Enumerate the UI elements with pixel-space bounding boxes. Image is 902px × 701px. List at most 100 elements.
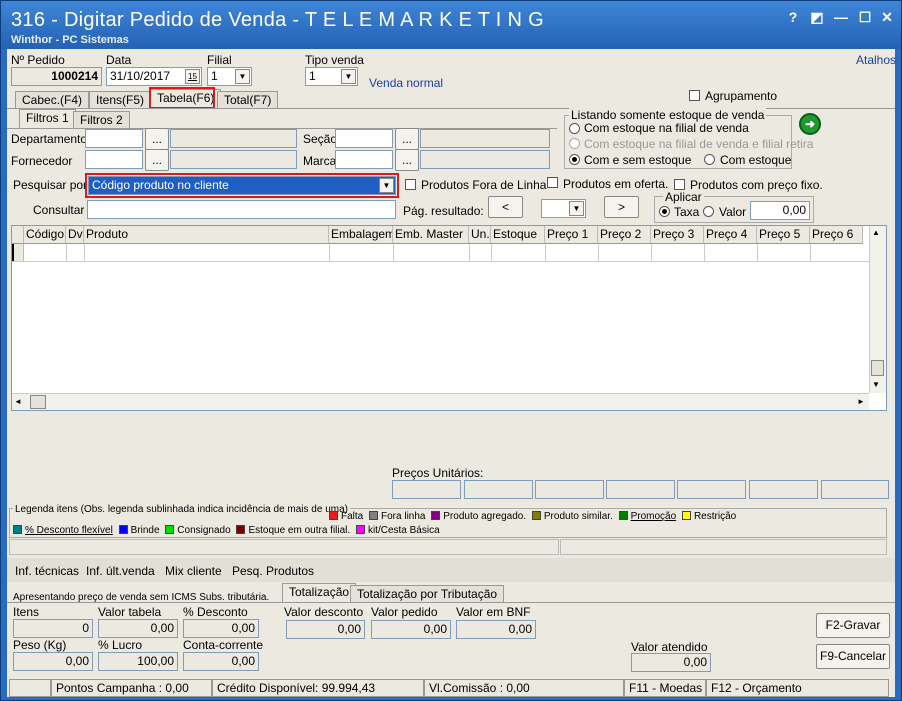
preco-unit-box — [821, 480, 889, 499]
products-grid[interactable]: Código Dv Produto Embalagem Emb. Master … — [11, 225, 887, 411]
scroll-left-icon[interactable]: ◄ — [14, 397, 22, 406]
secao-input[interactable] — [335, 129, 393, 148]
legend-item: Estoque em outra filial. — [236, 525, 350, 536]
legend-title: Legenda itens (Obs. legenda sublinhada i… — [13, 504, 350, 515]
estoque-opt-2-radio[interactable] — [569, 138, 580, 149]
valor-label: Valor — [719, 205, 747, 219]
legend-item: kit/Cesta Básica — [355, 525, 440, 536]
scroll-up-icon[interactable]: ▲ — [872, 228, 880, 237]
vertical-scrollbar[interactable]: ▲ ▼ — [869, 226, 886, 393]
tab-totalizacao-tributacao[interactable]: Totalização por Tributação — [350, 585, 505, 603]
secao-search-button[interactable]: ... — [395, 128, 419, 150]
marca-search-button[interactable]: ... — [395, 149, 419, 171]
subtab-filtros-2[interactable]: Filtros 2 — [73, 111, 130, 129]
tab-totalizacao[interactable]: Totalização — [282, 583, 357, 603]
legend-item: Produto similar. — [531, 511, 613, 522]
col-emb-master[interactable]: Emb. Master — [393, 226, 469, 244]
swatch-kit — [355, 525, 365, 534]
filial-value: 1 — [211, 69, 218, 83]
departamento-input[interactable] — [85, 129, 143, 148]
prev-page-button[interactable]: < — [488, 196, 523, 218]
status-orcamento[interactable]: F12 - Orçamento — [706, 679, 889, 697]
tab-cabec[interactable]: Cabec.(F4) — [15, 91, 90, 109]
chevron-down-icon[interactable]: ▼ — [569, 201, 584, 216]
help-button[interactable]: ? — [783, 9, 803, 25]
table-row[interactable] — [12, 244, 869, 262]
col-preco-4[interactable]: Preço 4 — [704, 226, 757, 244]
page-select[interactable]: ▼ — [541, 199, 586, 218]
oferta-label: Produtos em oferta. — [563, 177, 669, 191]
chevron-down-icon[interactable]: ▼ — [341, 69, 356, 84]
col-embalagem[interactable]: Embalagem — [329, 226, 393, 244]
col-preco-2[interactable]: Preço 2 — [598, 226, 651, 244]
estoque-opt-4-radio[interactable] — [704, 154, 715, 165]
calendar-icon[interactable]: 15 — [185, 69, 200, 84]
cancelar-button[interactable]: F9-Cancelar — [816, 644, 890, 669]
link-inf-ult-venda[interactable]: Inf. últ.venda — [86, 564, 155, 578]
filial-select[interactable]: 1 ▼ — [207, 67, 252, 86]
secao-label: Seção — [303, 132, 338, 146]
link-mix-cliente[interactable]: Mix cliente — [165, 564, 222, 578]
col-un[interactable]: Un. — [469, 226, 491, 244]
marca-desc — [420, 150, 550, 169]
itens-value: 0 — [13, 619, 93, 638]
fornecedor-input[interactable] — [85, 150, 143, 169]
estoque-opt-2: Com estoque na filial de venda e filial … — [584, 137, 814, 151]
tab-itens[interactable]: Itens(F5) — [89, 91, 152, 109]
swatch-desconto — [13, 525, 22, 534]
chevron-down-icon[interactable]: ▼ — [235, 69, 250, 84]
subtab-filtros-1[interactable]: Filtros 1 — [19, 109, 76, 129]
link-pesq-produtos[interactable]: Pesq. Produtos — [232, 564, 314, 578]
marca-input[interactable] — [335, 150, 393, 169]
link-inf-tecnicas[interactable]: Inf. técnicas — [15, 564, 79, 578]
scroll-thumb[interactable] — [871, 360, 884, 376]
swatch-restricao — [681, 511, 691, 520]
date-field[interactable]: 31/10/2017 15 — [106, 67, 202, 86]
atalhos-link[interactable]: Atalhos — [856, 53, 896, 67]
tipo-venda-select[interactable]: 1 ▼ — [305, 67, 358, 86]
title-bar[interactable]: 316 - Digitar Pedido de Venda - T E L E … — [1, 1, 901, 49]
hscroll-thumb[interactable] — [30, 395, 46, 409]
estoque-opt-1-radio[interactable] — [569, 123, 580, 134]
col-produto[interactable]: Produto — [84, 226, 329, 244]
oferta-checkbox[interactable] — [547, 177, 558, 188]
grid-corner — [12, 226, 24, 244]
preco-unit-box — [606, 480, 675, 499]
precos-unitarios-label: Preços Unitários: — [392, 466, 484, 480]
taxa-radio[interactable] — [659, 206, 670, 217]
valor-radio[interactable] — [703, 206, 714, 217]
col-preco-6[interactable]: Preço 6 — [810, 226, 863, 244]
legend-item: Consignado — [165, 525, 231, 536]
preco-fixo-checkbox[interactable] — [674, 179, 685, 190]
col-preco-3[interactable]: Preço 3 — [651, 226, 704, 244]
estoque-opt-3: Com e sem estoque — [584, 153, 692, 167]
tab-total[interactable]: Total(F7) — [217, 91, 279, 109]
scroll-down-icon[interactable]: ▼ — [872, 380, 880, 389]
scroll-right-icon[interactable]: ► — [857, 397, 865, 406]
departamento-search-button[interactable]: ... — [145, 128, 169, 150]
col-preco-1[interactable]: Preço 1 — [545, 226, 598, 244]
close-button[interactable]: ✕ — [877, 9, 897, 26]
consultar-input[interactable] — [87, 200, 396, 219]
col-dv[interactable]: Dv — [66, 226, 84, 244]
fornecedor-search-button[interactable]: ... — [145, 149, 169, 171]
valor-tabela-value: 0,00 — [98, 619, 178, 638]
fora-linha-checkbox[interactable] — [405, 179, 416, 190]
maximize-button[interactable]: ☐ — [855, 9, 875, 26]
horizontal-scrollbar[interactable]: ◄ ► — [12, 393, 869, 410]
col-preco-5[interactable]: Preço 5 — [757, 226, 810, 244]
col-estoque[interactable]: Estoque — [491, 226, 545, 244]
agrupamento-checkbox[interactable] — [689, 90, 700, 101]
col-codigo[interactable]: Código — [24, 226, 66, 244]
valor-input[interactable]: 0,00 — [750, 201, 810, 220]
desconto-label: % Desconto — [183, 605, 248, 619]
edit-icon[interactable]: ◩ — [807, 9, 827, 26]
gravar-button[interactable]: F2-Gravar — [816, 613, 890, 638]
status-moedas[interactable]: F11 - Moedas — [624, 679, 706, 697]
tipo-venda-label: Tipo venda — [305, 53, 364, 67]
minimize-button[interactable]: — — [831, 9, 851, 25]
next-page-button[interactable]: > — [604, 196, 639, 218]
row-indicator — [12, 244, 24, 261]
estoque-opt-3-radio[interactable] — [569, 154, 580, 165]
go-arrow-icon[interactable]: ➜ — [799, 113, 821, 135]
